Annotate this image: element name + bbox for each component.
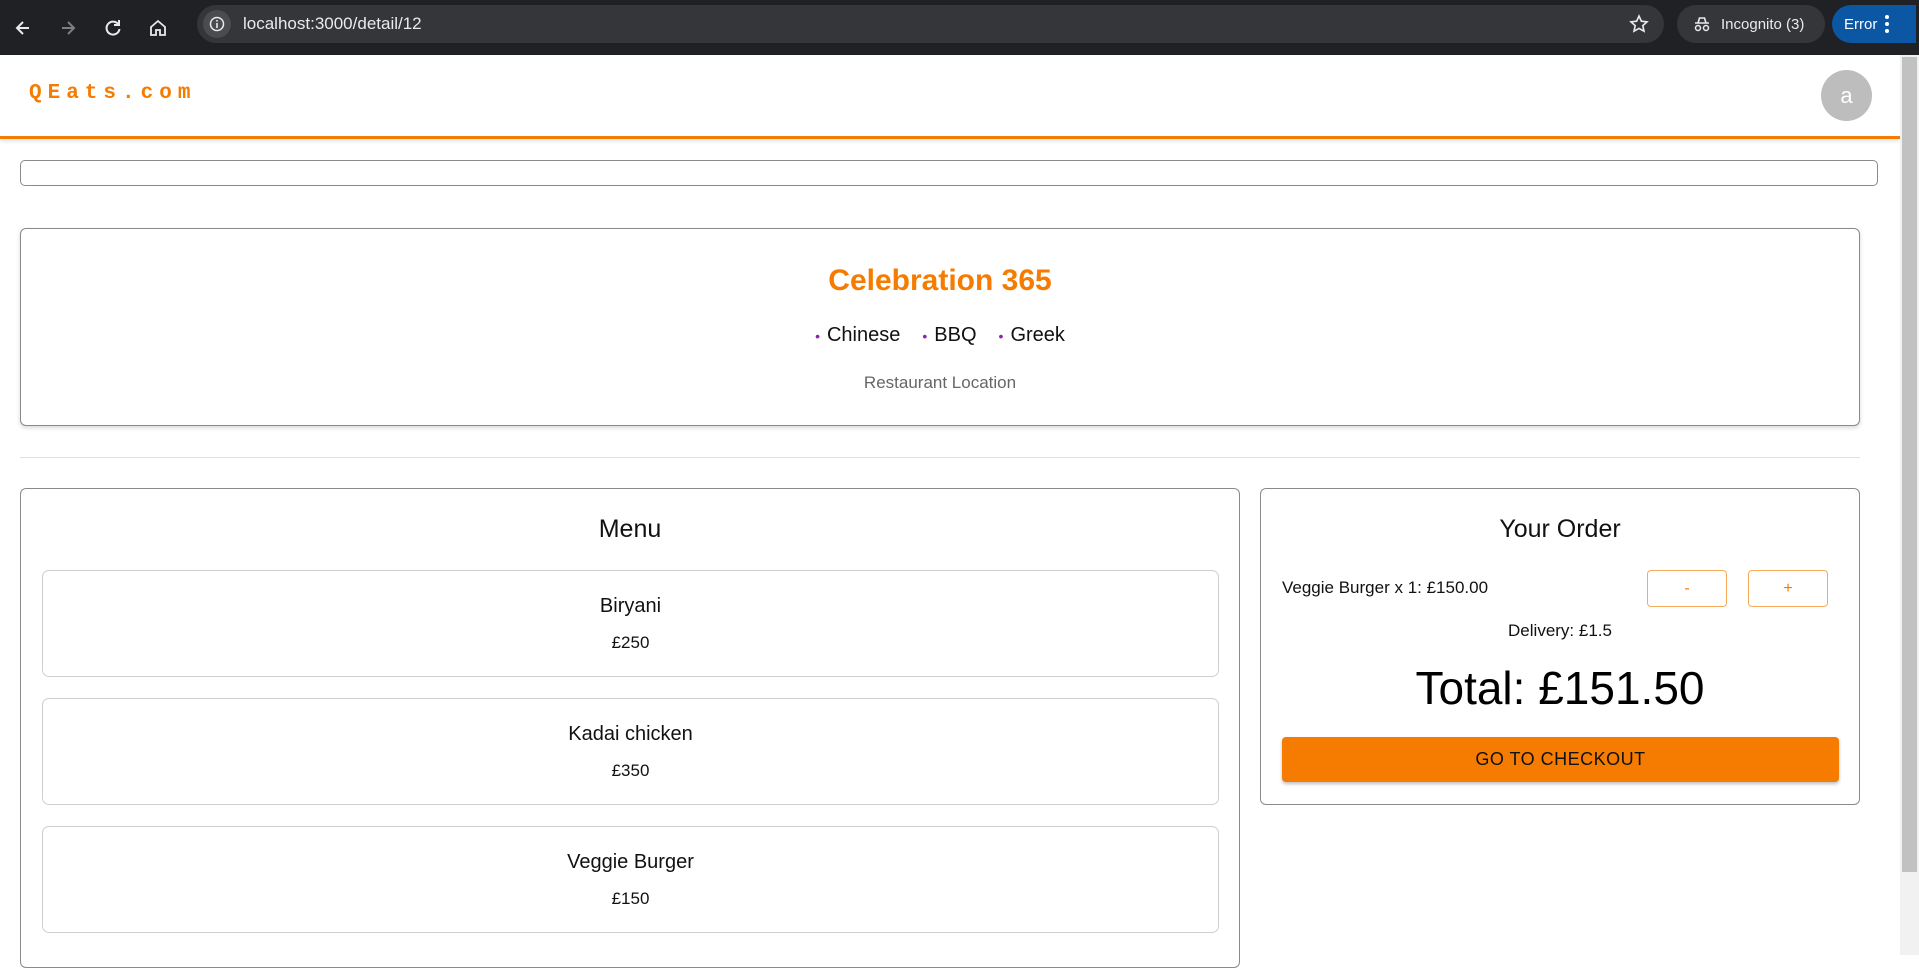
app-header: QEats.com a xyxy=(0,55,1900,139)
site-info-icon[interactable] xyxy=(203,10,231,38)
avatar[interactable]: a xyxy=(1821,70,1872,121)
address-bar[interactable]: localhost:3000/detail/12 xyxy=(197,5,1664,43)
menu-item[interactable]: Biryani £250 xyxy=(42,570,1219,677)
cuisine-item: • Chinese xyxy=(815,324,900,347)
cuisine-label: BBQ xyxy=(934,324,977,346)
order-total: Total: £151.50 xyxy=(1415,662,1705,714)
menu-item-price: £250 xyxy=(611,633,650,652)
restaurant-name: Celebration 365 xyxy=(828,264,1052,297)
home-icon[interactable] xyxy=(135,4,180,52)
cuisine-label: Greek xyxy=(1010,324,1065,346)
restaurant-card: Celebration 365 • Chinese • BBQ • Greek Res… xyxy=(20,228,1860,426)
bullet-icon: • xyxy=(998,327,1004,344)
browser-toolbar: localhost:3000/detail/12 Incognito (3) E… xyxy=(0,0,1919,55)
incognito-label: Incognito (3) xyxy=(1721,15,1805,33)
cuisine-item: • Greek xyxy=(999,324,1065,347)
url-text[interactable]: localhost:3000/detail/12 xyxy=(243,14,422,34)
menu-card: Menu Biryani £250 Kadai chicken £350 Veg… xyxy=(20,488,1240,968)
logo[interactable]: QEats.com xyxy=(29,82,196,105)
menu-item-name: Veggie Burger xyxy=(567,851,694,873)
checkout-button[interactable]: GO TO CHECKOUT xyxy=(1282,737,1839,782)
scrollbar[interactable] xyxy=(1900,55,1919,955)
order-title: Your Order xyxy=(1499,515,1621,543)
bookmark-star-icon[interactable] xyxy=(1628,13,1650,35)
back-icon[interactable] xyxy=(0,4,45,52)
menu-item-price: £350 xyxy=(611,761,650,780)
cuisine-item: • BBQ xyxy=(922,324,976,347)
more-menu-icon[interactable] xyxy=(1885,15,1890,33)
bullet-icon: • xyxy=(815,327,820,344)
delivery-fee: Delivery: £1.5 xyxy=(1508,621,1612,640)
decrease-quantity-button[interactable]: - xyxy=(1647,570,1727,607)
profile-error-button[interactable]: Error xyxy=(1832,5,1916,43)
scrollbar-thumb[interactable] xyxy=(1902,57,1917,872)
divider xyxy=(20,457,1860,458)
forward-icon[interactable] xyxy=(45,4,90,52)
incognito-icon xyxy=(1693,16,1711,32)
menu-title: Menu xyxy=(598,515,662,543)
menu-item[interactable]: Kadai chicken £350 xyxy=(42,698,1219,805)
menu-item-price: £150 xyxy=(611,889,650,908)
increase-quantity-button[interactable]: + xyxy=(1748,570,1828,607)
restaurant-location: Restaurant Location xyxy=(863,373,1017,392)
order-line-item: Veggie Burger x 1: £150.00 xyxy=(1282,578,1489,597)
search-input[interactable] xyxy=(20,160,1878,186)
page: QEats.com a Celebration 365 • Chinese • BB… xyxy=(0,55,1900,968)
cuisine-list: • Chinese • BBQ • Greek xyxy=(21,324,1859,347)
order-card: Your Order Veggie Burger x 1: £150.00 - … xyxy=(1260,488,1860,805)
cuisine-label: Chinese xyxy=(826,324,901,346)
menu-item[interactable]: Veggie Burger £150 xyxy=(42,826,1219,933)
reload-icon[interactable] xyxy=(90,4,135,52)
bullet-icon: • xyxy=(922,327,928,344)
menu-item-name: Biryani xyxy=(599,595,662,617)
menu-item-name: Kadai chicken xyxy=(568,723,693,745)
error-label: Error xyxy=(1844,15,1878,33)
incognito-indicator[interactable]: Incognito (3) xyxy=(1677,5,1825,43)
